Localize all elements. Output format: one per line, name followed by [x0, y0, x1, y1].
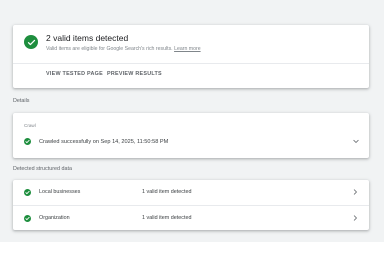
crawl-caption: Crawl: [24, 123, 36, 128]
check-circle-icon: [24, 189, 31, 196]
structured-data-card: Local businesses 1 valid item detected O…: [13, 180, 369, 230]
check-circle-icon: [24, 215, 31, 222]
structured-data-row[interactable]: Organization 1 valid item detected: [13, 205, 369, 230]
crawl-status: Crawled successfully on Sep 14, 2025, 11…: [39, 138, 169, 145]
summary-description: Valid items are eligible for Google Sear…: [46, 46, 201, 53]
row-item-name: Organization: [39, 215, 70, 221]
chevron-right-icon[interactable]: [353, 189, 358, 195]
details-section-label: Details: [13, 98, 30, 104]
chevron-down-icon[interactable]: [353, 139, 359, 144]
check-circle-icon: [24, 138, 31, 145]
chevron-right-icon[interactable]: [353, 215, 358, 221]
summary-title: 2 valid items detected: [46, 33, 129, 43]
structured-data-row[interactable]: Local businesses 1 valid item detected: [13, 180, 369, 205]
learn-more-link[interactable]: Learn more: [174, 46, 201, 52]
summary-card: 2 valid items detected Valid items are e…: [13, 25, 369, 88]
row-item-name: Local businesses: [39, 189, 81, 195]
view-tested-page-button[interactable]: VIEW TESTED PAGE: [46, 71, 103, 78]
summary-description-text: Valid items are eligible for Google Sear…: [46, 46, 173, 52]
divider: [13, 63, 369, 64]
structured-data-section-label: Detected structured data: [13, 166, 73, 172]
row-item-count: 1 valid item detected: [142, 215, 192, 221]
crawl-card[interactable]: Crawl Crawled successfully on Sep 14, 20…: [13, 113, 369, 158]
preview-results-button[interactable]: PREVIEW RESULTS: [107, 71, 162, 78]
check-circle-icon: [24, 35, 38, 49]
row-item-count: 1 valid item detected: [142, 189, 192, 195]
